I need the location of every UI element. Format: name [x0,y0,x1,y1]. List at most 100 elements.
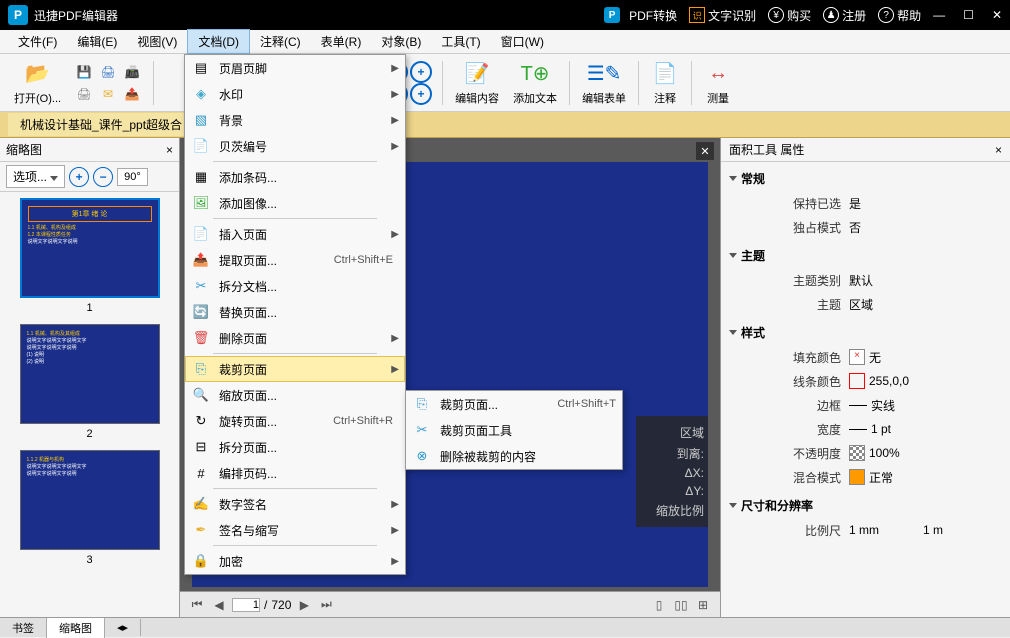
edit-content-button[interactable]: 📝 编辑内容 [449,58,505,108]
menu-encrypt[interactable]: 🔒加密▶ [185,548,405,574]
collapse-icon[interactable] [729,503,737,508]
menu-replace-page[interactable]: 🔄替换页面... [185,299,405,325]
print-icon[interactable]: 🖨 [97,61,119,83]
edit-form-button[interactable]: ☰✎ 编辑表单 [576,58,632,108]
menu-add-image[interactable]: 🖼添加图像... [185,190,405,216]
menu-arrange-pagenum[interactable]: #编排页码... [185,460,405,486]
zoom-in2-icon[interactable]: + [410,83,432,105]
close-doc-icon[interactable]: ✕ [696,142,714,160]
menu-object[interactable]: 对象(B) [371,30,431,53]
submenu-crop-tool[interactable]: ✂裁剪页面工具 [406,417,622,443]
thumbnail-panel-close[interactable]: × [166,143,173,157]
menu-edit[interactable]: 编辑(E) [67,30,127,53]
menu-split-page[interactable]: ⊟拆分页面... [185,434,405,460]
menu-add-barcode[interactable]: ▦添加条码... [185,164,405,190]
collapse-icon[interactable] [729,176,737,181]
lock-icon: 🔒 [191,552,211,570]
menu-file[interactable]: 文件(F) [8,30,67,53]
submenu-delete-cropped[interactable]: ⊗删除被裁剪的内容 [406,443,622,469]
exclusive-value[interactable]: 否 [849,219,994,236]
line-color-value[interactable]: 255,0,0 [849,373,994,389]
menu-window[interactable]: 窗口(W) [491,30,554,53]
thumbnail-3[interactable]: 1.1.2 机器与机构 说明文字说明文字说明文字 说明文字说明文字说明 3 [6,450,173,566]
fill-color-value[interactable]: ×无 [849,349,994,366]
menu-background[interactable]: ▧背景▶ [185,107,405,133]
tab-bookmark[interactable]: 书签 [0,618,47,638]
rotate-button[interactable]: 90° [117,168,148,186]
first-page-icon[interactable]: ⏮ [188,596,206,614]
register-link[interactable]: ♟注册 [823,7,866,24]
add-text-button[interactable]: T⊕ 添加文本 [507,58,563,108]
subject-type-value[interactable]: 默认 [849,272,994,289]
width-value[interactable]: 1 pt [849,422,994,436]
bottom-tabs: 书签 缩略图 ◂▸ [0,617,1010,637]
menu-document[interactable]: 文档(D) [187,29,250,54]
collapse-icon[interactable] [729,330,737,335]
maximize-button[interactable]: ☐ [963,8,974,22]
menu-form[interactable]: 表单(R) [311,30,372,53]
line-icon [849,429,867,430]
close-button[interactable]: ✕ [992,8,1002,22]
menu-header-footer[interactable]: ▤页眉页脚▶ [185,55,405,81]
menu-digital-sign[interactable]: ✍数字签名▶ [185,491,405,517]
blend-value[interactable]: 正常 [849,469,994,486]
properties-close[interactable]: × [995,143,1002,157]
menu-comment[interactable]: 注释(C) [250,30,311,53]
open-button[interactable]: 📂 打开(O)... [8,58,67,108]
pdf-convert-link[interactable]: PPDF转换 [604,7,677,24]
menu-tool[interactable]: 工具(T) [431,30,490,53]
tab-arrow[interactable]: ◂▸ [105,619,141,636]
menu-watermark[interactable]: ◈水印▶ [185,81,405,107]
menu-crop-page[interactable]: ⎘裁剪页面▶ [185,356,405,382]
save-icon[interactable]: 💾 [73,61,95,83]
next-page-icon[interactable]: ▶ [295,596,313,614]
menu-sign-abbrev[interactable]: ✒签名与缩写▶ [185,517,405,543]
image-icon: 🖼 [191,194,211,212]
menu-split-doc[interactable]: ✂拆分文档... [185,273,405,299]
options-button[interactable]: 选项... [6,165,65,188]
menu-delete-page[interactable]: 🗑删除页面▶ [185,325,405,351]
signature-icon: ✒ [191,521,211,539]
buy-link[interactable]: ¥购买 [768,7,811,24]
ocr-icon: 识 [689,7,705,23]
keep-selected-value[interactable]: 是 [849,195,994,212]
scan-icon[interactable]: 📠 [121,61,143,83]
layout1-icon[interactable]: ▯ [650,596,668,614]
layout3-icon[interactable]: ⊞ [694,596,712,614]
watermark-icon: ◈ [191,85,211,103]
menu-rotate-page[interactable]: ↻旋转页面...Ctrl+Shift+R [185,408,405,434]
thumbnail-2[interactable]: 1.1 机械、机构及其组成 说明文字说明文字说明文字 说明文字说明文字说明 (1… [6,324,173,440]
export-icon[interactable]: 📤 [121,83,143,105]
layout2-icon[interactable]: ▯▯ [672,596,690,614]
menu-view[interactable]: 视图(V) [127,30,187,53]
menu-zoom-page[interactable]: 🔍缩放页面... [185,382,405,408]
collapse-icon[interactable] [729,253,737,258]
measure-button[interactable]: ↔ 测量 [698,58,738,108]
last-page-icon[interactable]: ⏭ [317,596,335,614]
menu-insert-page[interactable]: 📄插入页面▶ [185,221,405,247]
ocr-link[interactable]: 识文字识别 [689,7,756,24]
zoom-in-icon[interactable]: + [410,61,432,83]
replace-page-icon: 🔄 [191,303,211,321]
document-tab[interactable]: 机械设计基础_课件_ppt超级合 [8,113,194,136]
menu-bates[interactable]: 📄贝茨编号▶ [185,133,405,159]
minimize-button[interactable]: ― [933,8,945,22]
scale-value[interactable]: 1 mm1 m [849,523,994,537]
subject-value[interactable]: 区域 [849,296,994,313]
email-icon[interactable]: ✉ [97,83,119,105]
submenu-crop-page[interactable]: ⎘裁剪页面...Ctrl+Shift+T [406,391,622,417]
thumb-zoom-out-icon[interactable]: − [93,167,113,187]
annotate-button[interactable]: 📄 注释 [645,58,685,108]
thumbnail-panel-title: 缩略图 [6,141,42,158]
thumbnail-panel: 缩略图 × 选项... + − 90° 第1章 绪 论 1.1 机械、机构及组成… [0,138,180,617]
opacity-value[interactable]: 100% [849,445,994,461]
thumb-zoom-in-icon[interactable]: + [69,167,89,187]
menu-extract-page[interactable]: 📤提取页面...Ctrl+Shift+E [185,247,405,273]
printer2-icon[interactable]: 🖨 [73,83,95,105]
tab-thumbnail[interactable]: 缩略图 [47,618,105,638]
page-input[interactable] [232,598,260,612]
prev-page-icon[interactable]: ◀ [210,596,228,614]
help-link[interactable]: ?帮助 [878,7,921,24]
border-value[interactable]: 实线 [849,397,994,414]
thumbnail-1[interactable]: 第1章 绪 论 1.1 机械、机构及组成 1.2 本课程性质任务 说明文字说明文… [6,198,173,314]
